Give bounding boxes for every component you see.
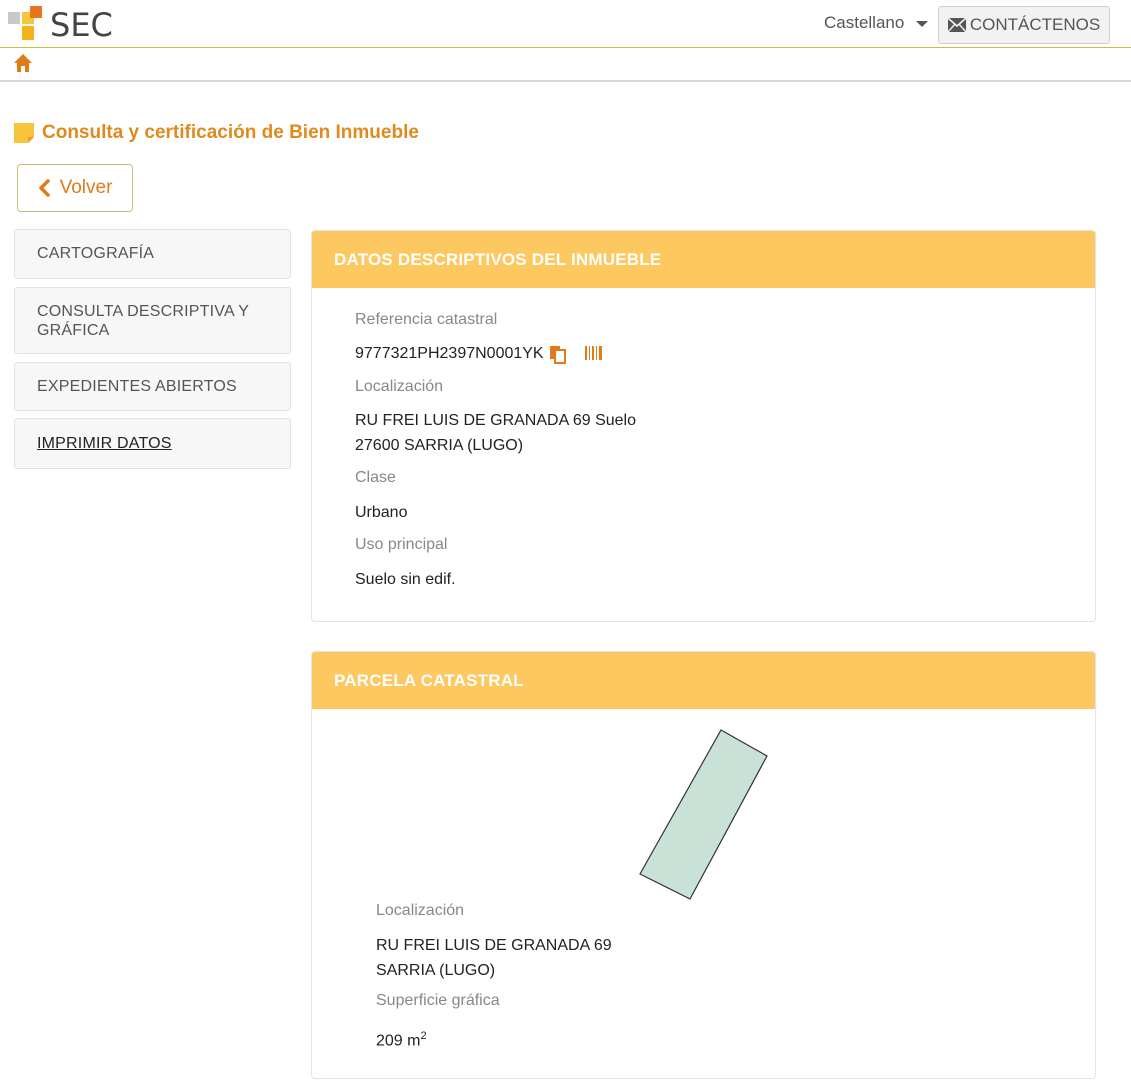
parcel-map[interactable] <box>622 722 772 902</box>
sidebar-item-imprimir[interactable]: IMPRIMIR DATOS <box>14 418 291 469</box>
language-selector[interactable]: Castellano <box>824 13 929 33</box>
loc-line1: RU FREI LUIS DE GRANADA 69 Suelo <box>355 412 636 429</box>
chevron-left-icon <box>38 179 50 197</box>
barcode-icon[interactable] <box>584 344 604 364</box>
parcel-loc-line1: RU FREI LUIS DE GRANADA 69 <box>376 937 612 954</box>
sidebar-item-cartografia[interactable]: CARTOGRAFÍA <box>14 229 291 279</box>
clase-label: Clase <box>355 469 396 486</box>
ref-row: 9777321PH2397N0001YK <box>355 344 604 364</box>
top-bar: SEC Castellano CONTÁCTENOS <box>0 0 1131 48</box>
contact-button[interactable]: CONTÁCTENOS <box>938 6 1110 44</box>
sidebar-item-label: EXPEDIENTES ABIERTOS <box>37 377 237 395</box>
sidebar-item-label: CONSULTA DESCRIPTIVA Y GRÁFICA <box>37 302 249 339</box>
loc-line2: 27600 SARRIA (LUGO) <box>355 437 524 454</box>
superficie-value: 209 m2 <box>376 1024 427 1053</box>
uso-value: Suelo sin edif. <box>355 571 456 588</box>
sidebar-item-consulta-descriptiva[interactable]: CONSULTA DESCRIPTIVA Y GRÁFICA <box>14 287 291 354</box>
superficie-label: Superficie gráfica <box>376 992 500 1009</box>
ref-value: 9777321PH2397N0001YK <box>355 345 544 362</box>
sidebar-item-label: CARTOGRAFÍA <box>37 245 155 262</box>
loc-label: Localización <box>355 378 444 395</box>
uso-label: Uso principal <box>355 536 448 553</box>
clase-value: Urbano <box>355 504 408 521</box>
page-title: Consulta y certificación de Bien Inmuebl… <box>14 122 419 144</box>
language-label: Castellano <box>824 13 905 32</box>
parcel-loc-line2: SARRIA (LUGO) <box>376 962 496 979</box>
back-button[interactable]: Volver <box>17 164 133 212</box>
parcel-loc-label: Localización <box>376 902 465 919</box>
chevron-down-icon <box>916 21 929 27</box>
sidebar-item-expedientes[interactable]: EXPEDIENTES ABIERTOS <box>14 362 291 411</box>
panel-header: PARCELA CATASTRAL <box>312 652 1095 709</box>
sidebar-item-label: IMPRIMIR DATOS <box>37 434 172 452</box>
back-label: Volver <box>59 177 113 198</box>
panel-header: DATOS DESCRIPTIVOS DEL INMUEBLE <box>312 231 1095 288</box>
superficie-exponent: 2 <box>420 1030 427 1042</box>
envelope-icon <box>947 18 966 32</box>
logo-text[interactable]: SEC <box>50 6 113 44</box>
sec-logo-icon[interactable] <box>8 6 42 42</box>
breadcrumb <box>0 49 1131 82</box>
contact-label: CONTÁCTENOS <box>969 15 1101 34</box>
page-title-text: Consulta y certificación de Bien Inmuebl… <box>42 122 419 143</box>
document-icon <box>14 123 34 143</box>
parcela-panel: PARCELA CATASTRAL Localización RU FREI L… <box>311 651 1096 1079</box>
superficie-number: 209 m <box>376 1032 421 1050</box>
copy-icon[interactable] <box>548 344 568 364</box>
ref-label: Referencia catastral <box>355 311 498 328</box>
home-icon[interactable] <box>13 53 33 73</box>
datos-descriptivos-panel: DATOS DESCRIPTIVOS DEL INMUEBLE Referenc… <box>311 230 1096 622</box>
